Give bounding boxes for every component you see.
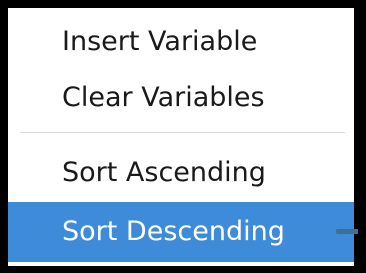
menu-item-clear-variables[interactable]: Clear Variables: [8, 70, 354, 126]
menu-separator: [20, 132, 345, 133]
menu-item-sort-ascending[interactable]: Sort Ascending: [8, 145, 354, 201]
context-menu: Insert Variable Clear Variables Sort Asc…: [8, 8, 354, 266]
menu-item-insert-variable[interactable]: Insert Variable: [8, 14, 354, 70]
mouse-pointer-icon: [336, 229, 358, 234]
menu-item-sort-descending[interactable]: Sort Descending: [8, 202, 354, 262]
